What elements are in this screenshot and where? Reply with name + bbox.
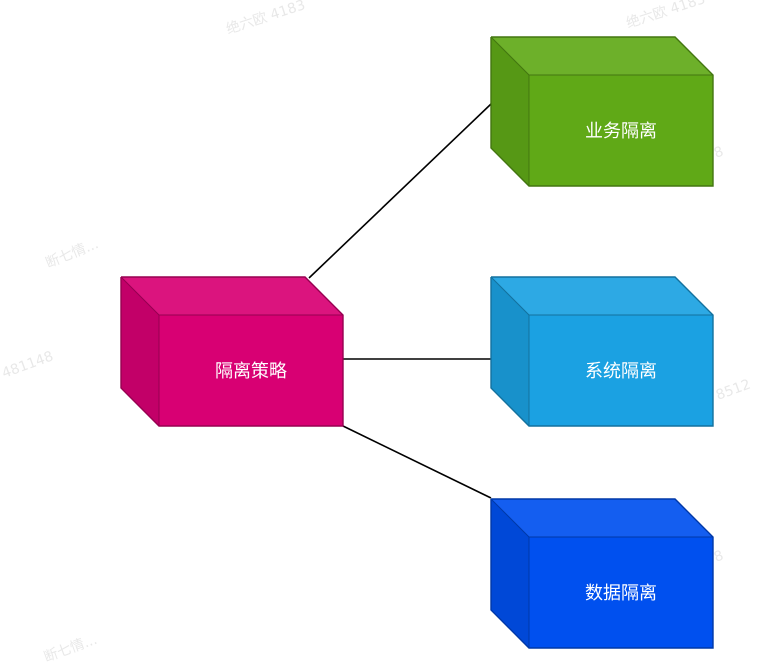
box-top-face	[121, 277, 343, 315]
watermark: 8	[712, 144, 726, 162]
child-box-label: 数据隔离	[585, 583, 657, 604]
watermark: 绝六欧 4183	[624, 0, 707, 32]
child-box-data-isolation[interactable]: 数据隔离	[490, 498, 714, 649]
root-box-label: 隔离策略	[215, 361, 287, 382]
root-box-isolation-strategy[interactable]: 隔离策略	[120, 276, 344, 427]
connector-to-business	[308, 103, 492, 279]
connectors	[308, 103, 492, 499]
child-box-label: 业务隔离	[585, 121, 657, 142]
connector-to-data	[342, 425, 492, 499]
box-top-face	[491, 37, 713, 75]
watermark: 断七情...	[44, 236, 101, 272]
box-top-face	[491, 277, 713, 315]
watermark: 8	[712, 548, 726, 566]
isolation-strategy-diagram: 绝六欧 4183 绝六欧 4183 断七情... 481148 断七情... 8…	[0, 0, 753, 666]
watermark: 绝六欧 4183	[224, 0, 307, 38]
watermark: 断七情...	[42, 632, 99, 666]
child-box-business-isolation[interactable]: 业务隔离	[490, 36, 714, 187]
child-box-label: 系统隔离	[585, 361, 657, 382]
child-box-system-isolation[interactable]: 系统隔离	[490, 276, 714, 427]
watermark: 481148	[0, 348, 56, 381]
box-top-face	[491, 499, 713, 537]
watermark: 8512	[714, 377, 753, 404]
